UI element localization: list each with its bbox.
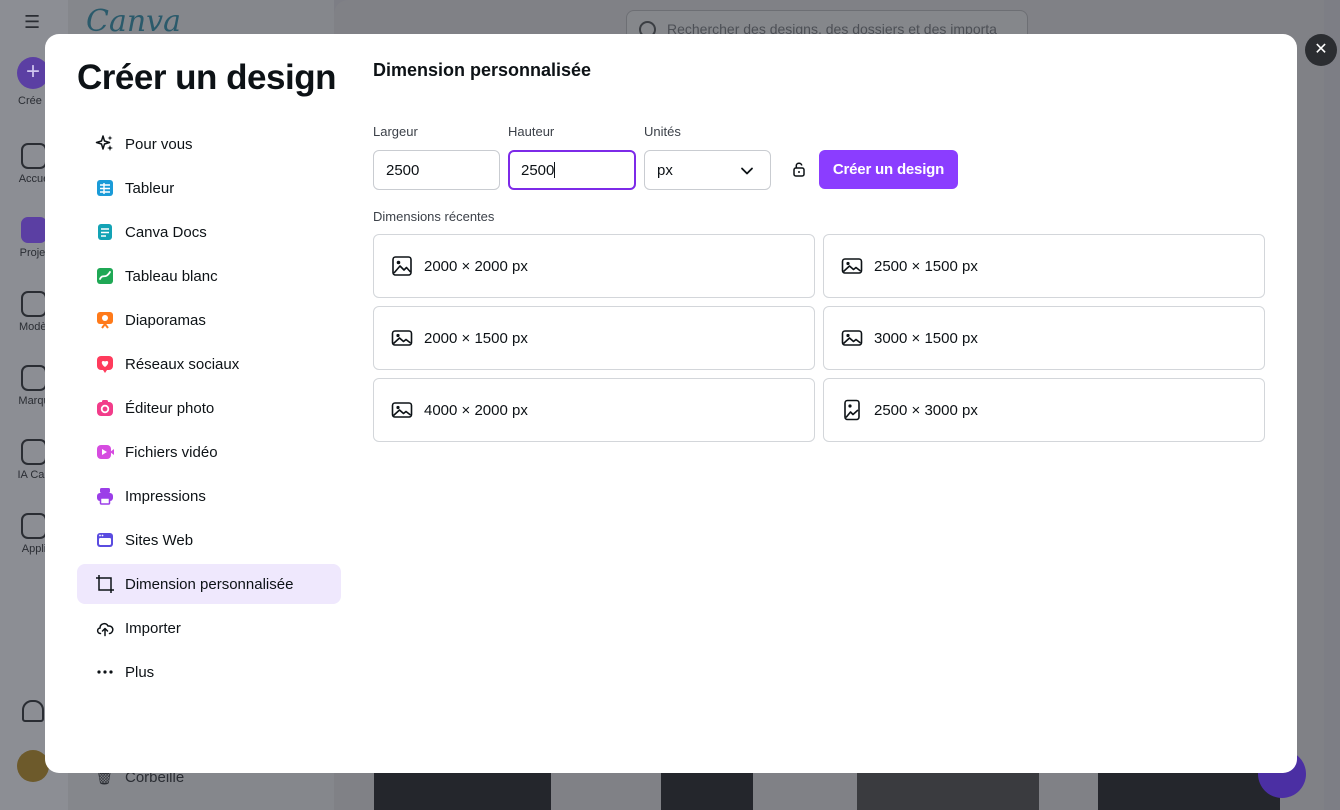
nav-item-impressions[interactable]: Impressions (77, 476, 341, 516)
folder-icon (21, 217, 47, 243)
image-icon (392, 256, 412, 276)
templates-icon (21, 291, 47, 317)
sparkle-icon (95, 134, 115, 154)
nav-item-label: Dimension personnalisée (125, 575, 294, 593)
close-modal-button[interactable]: ✕ (1305, 34, 1337, 66)
width-value: 2500 (386, 162, 420, 179)
section-title: Dimension personnalisée (373, 60, 592, 80)
nav-item-label: Canva Docs (125, 223, 207, 241)
image-icon (841, 258, 863, 274)
recent-dimension-label: 4000 × 2000 px (424, 401, 528, 419)
height-value: 2500 (521, 162, 555, 179)
width-input[interactable]: 2500 (373, 150, 500, 190)
recent-dimension-card[interactable]: 2000 × 2000 px (373, 234, 815, 298)
rail-label-create: Crée (18, 95, 42, 107)
home-icon (21, 143, 47, 169)
height-input[interactable]: 2500 (508, 150, 636, 190)
nav-item-label: Tableur (125, 179, 175, 197)
docs-icon (95, 222, 115, 242)
background-thumbnail (661, 773, 753, 810)
nav-item-importer[interactable]: Importer (77, 608, 341, 648)
nav-item-diaporamas[interactable]: Diaporamas (77, 300, 341, 340)
chevron-down-icon (741, 167, 753, 175)
video-icon (95, 442, 115, 462)
image-icon (391, 402, 413, 418)
recent-dimensions-label: Dimensions récentes (373, 209, 495, 224)
recent-dimension-label: 2500 × 3000 px (874, 401, 978, 419)
nav-item-sites-web[interactable]: Sites Web (77, 520, 341, 560)
units-value: px (657, 162, 673, 179)
heart-icon (95, 354, 115, 374)
nav-item-canva-docs[interactable]: Canva Docs (77, 212, 341, 252)
whiteboard-icon (95, 266, 115, 286)
nav-item-pour-vous[interactable]: Pour vous (77, 124, 341, 164)
nav-item-plus[interactable]: Plus (77, 652, 341, 692)
nav-item-editeur-photo[interactable]: Éditeur photo (77, 388, 341, 428)
units-select[interactable]: px (644, 150, 771, 190)
nav-item-label: Pour vous (125, 135, 193, 153)
rail-label: Appli (21, 543, 47, 555)
sheet-icon (95, 178, 115, 198)
unlock-icon[interactable] (789, 159, 809, 179)
camera-icon (95, 398, 115, 418)
image-icon (841, 330, 863, 346)
brand-icon (21, 365, 47, 391)
nav-item-label: Réseaux sociaux (125, 355, 240, 373)
recent-dimension-card[interactable]: 3000 × 1500 px (823, 306, 1265, 370)
recent-dimension-card[interactable]: 4000 × 2000 px (373, 378, 815, 442)
nav-item-dimension-personnalisee[interactable]: Dimension personnalisée (77, 564, 341, 604)
cloud-upload-icon (95, 618, 115, 638)
create-design-button[interactable]: Créer un design (819, 150, 958, 189)
close-icon: ✕ (1314, 41, 1328, 58)
height-label: Hauteur (508, 124, 555, 139)
nav-item-label: Tableau blanc (125, 267, 218, 285)
nav-item-tableau-blanc[interactable]: Tableau blanc (77, 256, 341, 296)
text-caret (554, 162, 556, 178)
width-label: Largeur (373, 124, 418, 139)
printer-icon (95, 486, 115, 506)
bell-icon (22, 700, 44, 722)
ai-sparkle-icon (21, 439, 47, 465)
units-label: Unités (644, 124, 681, 139)
presentation-icon (95, 310, 115, 330)
nav-item-label: Importer (125, 619, 181, 637)
more-icon (95, 662, 115, 682)
recent-dimension-card[interactable]: 2500 × 1500 px (823, 234, 1265, 298)
nav-item-fichiers-video[interactable]: Fichiers vidéo (77, 432, 341, 472)
nav-item-label: Plus (125, 663, 155, 681)
custom-size-icon (95, 574, 115, 594)
background-thumbnail (1098, 773, 1280, 810)
recent-dimension-card[interactable]: 2000 × 1500 px (373, 306, 815, 370)
recent-dimension-label: 3000 × 1500 px (874, 329, 978, 347)
background-thumbnail (374, 773, 551, 810)
recent-dimension-label: 2000 × 2000 px (424, 257, 528, 275)
image-portrait-icon (844, 399, 860, 421)
nav-item-label: Fichiers vidéo (125, 443, 218, 461)
background-thumbnail (857, 773, 1039, 810)
recent-dimension-label: 2500 × 1500 px (874, 257, 978, 275)
nav-item-label: Diaporamas (125, 311, 206, 329)
nav-item-reseaux-sociaux[interactable]: Réseaux sociaux (77, 344, 341, 384)
nav-item-label: Impressions (125, 487, 206, 505)
menu-icon: ☰ (24, 12, 41, 32)
design-type-nav: Pour vous Tableur Canva Docs Tableau bla… (77, 124, 341, 696)
nav-item-label: Sites Web (125, 531, 194, 549)
recent-dimension-card[interactable]: 2500 × 3000 px (823, 378, 1265, 442)
nav-item-tableur[interactable]: Tableur (77, 168, 341, 208)
modal-title: Créer un design (77, 58, 336, 97)
website-icon (95, 530, 115, 550)
recent-dimension-label: 2000 × 1500 px (424, 329, 528, 347)
apps-icon (21, 513, 47, 539)
nav-item-label: Éditeur photo (125, 399, 215, 417)
create-design-modal: Créer un design Pour vous Tableur Canva … (45, 34, 1297, 773)
image-icon (391, 330, 413, 346)
